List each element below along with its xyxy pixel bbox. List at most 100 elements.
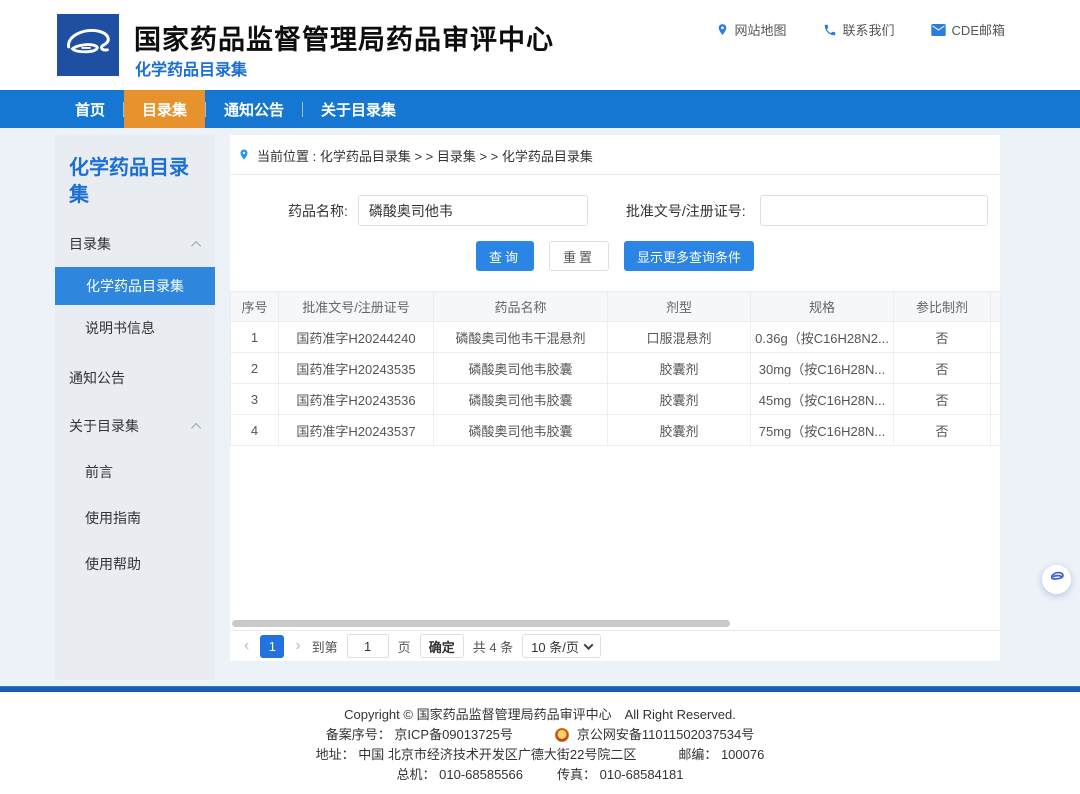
reset-button[interactable]: 重置 [549,241,609,271]
cell-dosage-form: 胶囊剂 [608,353,751,384]
contact-label: 联系我们 [843,20,895,39]
cell-reference: 否 [894,384,991,415]
sidebar-item-label: 使用指南 [85,508,141,528]
goto-label: 到第 [312,637,338,656]
col-header-drug-name: 药品名称 [434,292,608,322]
mailbox-link[interactable]: CDE邮箱 [931,20,1005,39]
cell-spec: 45mg（按C16H28N... [751,384,894,415]
site-header: 国家药品监督管理局药品审评中心 化学药品目录集 网站地图 联系我们 CDE邮箱 [0,0,1080,90]
table-header-row: 序号 批准文号/注册证号 药品名称 剂型 规格 参比制剂 [231,292,1001,322]
sidebar: 化学药品目录集 目录集 化学药品目录集 说明书信息 通知公告 关于目录集 前言 … [55,135,215,680]
approval-number-field: 批准文号/注册证号: [626,195,988,226]
drug-name-link[interactable]: 磷酸奥司他韦胶囊 [434,415,608,446]
sidebar-item-user-guide[interactable]: 使用指南 [55,499,215,537]
table-row: 3 国药准字H20243536 磷酸奥司他韦胶囊 胶囊剂 45mg（按C16H2… [231,384,1001,415]
cell-reference: 否 [894,322,991,353]
site-footer: Copyright © 国家药品监督管理局药品审评中心 All Right Re… [0,692,1080,794]
query-button[interactable]: 查询 [476,241,534,271]
table-row: 2 国药准字H20243535 磷酸奥司他韦胶囊 胶囊剂 30mg（按C16H2… [231,353,1001,384]
chevron-up-icon [191,240,201,250]
nav-item-notices[interactable]: 通知公告 [206,90,302,128]
approval-number-input[interactable] [760,195,988,226]
drug-name-label: 药品名称: [288,201,348,221]
mailbox-label: CDE邮箱 [952,20,1005,39]
page-number-button[interactable]: 1 [260,635,284,658]
sidebar-item-label: 关于目录集 [69,416,139,436]
icp-number: 备案序号： 京ICP备09013725号 [326,725,513,745]
cell-approval: 国药准字H20243536 [279,384,434,415]
drug-name-link[interactable]: 磷酸奥司他韦胶囊 [434,353,608,384]
col-header-overflow [991,292,1001,322]
pagination: ‹ 1 › 到第 页 确定 共 4 条 10 条/页 [230,630,1000,661]
phone-icon [823,23,837,37]
next-page-icon[interactable]: › [293,638,302,654]
floating-widget-button[interactable] [1042,565,1071,594]
cell-dosage-form: 胶囊剂 [608,415,751,446]
scrollbar-thumb[interactable] [232,620,730,627]
cell-dosage-form: 口服混悬剂 [608,322,751,353]
cde-swoosh-icon [1048,568,1066,591]
page-unit-label: 页 [398,637,411,656]
drug-name-input[interactable] [358,195,588,226]
cell-spec: 75mg（按C16H28N... [751,415,894,446]
chevron-up-icon [191,422,201,432]
page: 国家药品监督管理局药品审评中心 化学药品目录集 网站地图 联系我们 CDE邮箱 [0,0,1080,794]
col-header-spec: 规格 [751,292,894,322]
address-text: 地址： 中国 北京市经济技术开发区广德大街22号院二区 [316,745,637,765]
cell-approval: 国药准字H20243535 [279,353,434,384]
confirm-button[interactable]: 确定 [420,634,464,658]
main-panel: 当前位置 : 化学药品目录集 > > 目录集 > > 化学药品目录集 药品名称:… [230,135,1000,661]
prev-page-icon[interactable]: ‹ [242,638,251,654]
sidebar-item-label: 目录集 [69,234,111,254]
approval-number-label: 批准文号/注册证号: [626,203,746,219]
location-pin-icon [238,147,250,165]
horizontal-scrollbar [230,620,1000,628]
sidebar-item-label: 说明书信息 [85,318,155,338]
cell-overflow [991,353,1001,384]
cell-approval: 国药准字H20244240 [279,322,434,353]
postcode-text: 邮编： 100076 [678,745,764,765]
contact-link[interactable]: 联系我们 [823,20,895,39]
sitemap-link[interactable]: 网站地图 [716,20,787,39]
cell-overflow [991,384,1001,415]
sidebar-item-label: 通知公告 [69,368,125,388]
cell-index: 3 [231,384,279,415]
sitemap-label: 网站地图 [735,20,787,39]
more-conditions-button[interactable]: 显示更多查询条件 [624,241,754,271]
cell-index: 2 [231,353,279,384]
sidebar-item-help[interactable]: 使用帮助 [55,545,215,583]
col-header-dosage-form: 剂型 [608,292,751,322]
chevron-down-icon [583,640,593,650]
sidebar-item-catalog-group[interactable]: 目录集 [55,225,215,263]
header-links: 网站地图 联系我们 CDE邮箱 [716,20,1005,39]
drug-name-link[interactable]: 磷酸奥司他韦干混悬剂 [434,322,608,353]
table-row: 4 国药准字H20243537 磷酸奥司他韦胶囊 胶囊剂 75mg（按C16H2… [231,415,1001,446]
sidebar-item-label-info[interactable]: 说明书信息 [55,309,215,347]
main-nav: 首页 目录集 通知公告 关于目录集 [0,90,1080,128]
sidebar-item-label: 化学药品目录集 [86,276,184,296]
police-badge-icon [555,728,569,742]
nav-item-catalog[interactable]: 目录集 [124,90,205,128]
police-number[interactable]: 京公网安备11011502037534号 [577,725,754,745]
drug-name-link[interactable]: 磷酸奥司他韦胶囊 [434,384,608,415]
sidebar-item-chemical-catalog[interactable]: 化学药品目录集 [55,267,215,305]
sidebar-item-about-group[interactable]: 关于目录集 [55,407,215,445]
nav-item-about[interactable]: 关于目录集 [303,90,414,128]
search-buttons: 查询 重置 显示更多查询条件 [230,241,1000,271]
cell-reference: 否 [894,415,991,446]
phone-text: 总机： 010-68585566 [397,765,523,785]
nav-item-home[interactable]: 首页 [57,90,123,128]
sidebar-item-notices[interactable]: 通知公告 [55,359,215,397]
address-line: 地址： 中国 北京市经济技术开发区广德大街22号院二区 邮编： 100076 [0,745,1080,765]
cell-dosage-form: 胶囊剂 [608,384,751,415]
breadcrumb: 当前位置 : 化学药品目录集 > > 目录集 > > 化学药品目录集 [230,135,1000,175]
col-header-approval: 批准文号/注册证号 [279,292,434,322]
search-form: 药品名称: 批准文号/注册证号: [230,195,1000,226]
sidebar-item-label: 前言 [85,462,113,482]
col-header-reference: 参比制剂 [894,292,991,322]
sidebar-item-foreword[interactable]: 前言 [55,453,215,491]
cell-overflow [991,415,1001,446]
goto-page-input[interactable] [347,634,389,658]
page-size-select[interactable]: 10 条/页 [522,634,601,658]
col-header-index: 序号 [231,292,279,322]
